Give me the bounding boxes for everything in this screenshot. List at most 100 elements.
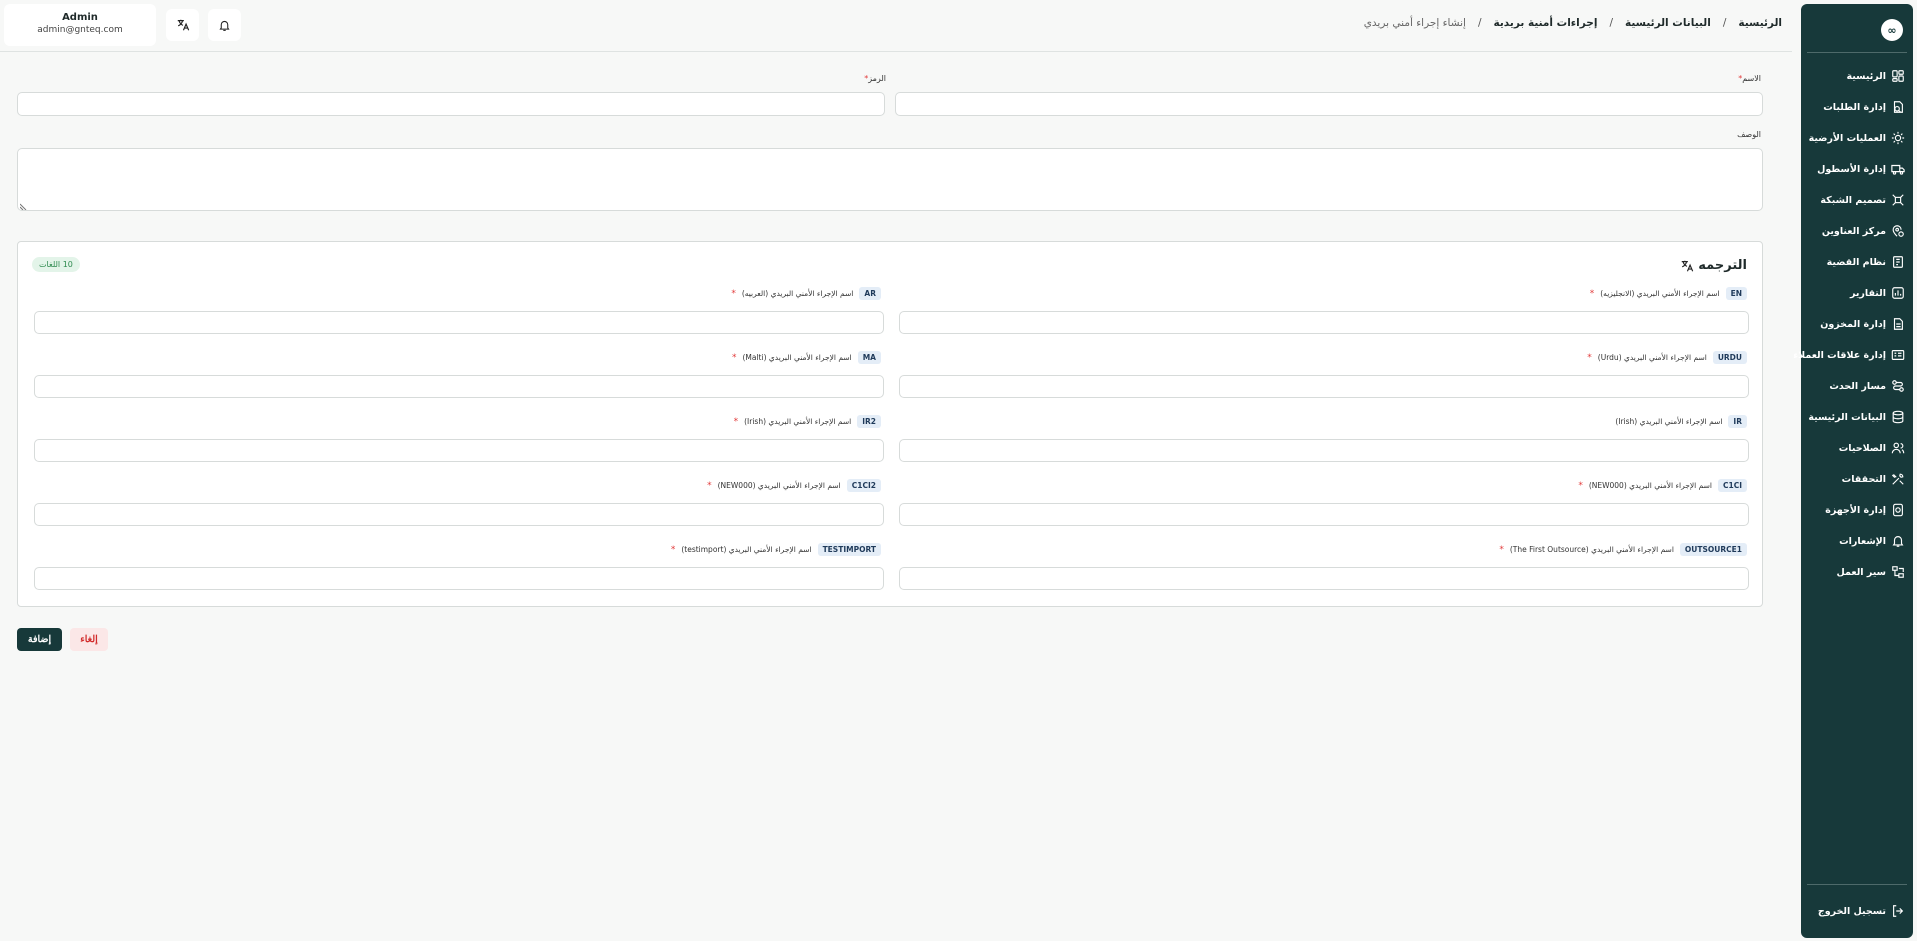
sidebar-item-crm[interactable]: إدارة علاقات العملاء <box>1793 343 1913 367</box>
lang-badge: MA <box>857 351 881 364</box>
translation-input-testimport[interactable] <box>34 567 884 590</box>
sidebar-item-devices[interactable]: إدارة الأجهزة <box>1801 498 1913 522</box>
user-email: admin@gnteq.com <box>37 25 123 35</box>
translation-input-ir2[interactable] <box>34 439 884 462</box>
lang-badge: TESTIMPORT <box>817 543 881 556</box>
translation-input-outsource1[interactable] <box>899 567 1749 590</box>
inventory-icon <box>1893 318 1903 330</box>
translate-icon <box>1682 260 1694 271</box>
sidebar-item-label: التحققات <box>1841 473 1886 485</box>
workflow-icon <box>1892 566 1904 578</box>
sidebar-item-label: مسار الحدث <box>1829 380 1886 392</box>
sidebar-item-master-data[interactable]: البيانات الرئيسية <box>1801 405 1913 429</box>
breadcrumb-home[interactable]: الرئيسية <box>1738 17 1782 29</box>
name-input[interactable] <box>895 92 1763 116</box>
sidebar-item-home[interactable]: الرئيسية <box>1801 64 1913 88</box>
sidebar-item-network[interactable]: تصميم الشبكة <box>1801 188 1913 212</box>
sidebar-item-ground-ops[interactable]: العمليات الأرضية <box>1801 126 1913 150</box>
users-icon <box>1891 442 1905 454</box>
logout-button[interactable]: تسجيل الخروج <box>1801 899 1913 923</box>
event-path-icon <box>1892 380 1904 392</box>
name-label: الاسم* <box>1738 74 1761 83</box>
translation-input-ar[interactable] <box>34 311 884 334</box>
sidebar-item-validations[interactable]: التحققات <box>1801 467 1913 491</box>
sidebar-item-label: مركز العناوين <box>1821 225 1886 237</box>
add-button[interactable]: إضافة <box>17 628 62 651</box>
sidebar-item-label: نظام القضية <box>1826 256 1886 268</box>
notifications-button[interactable] <box>208 9 241 41</box>
code-label: الرمز* <box>864 74 886 83</box>
lang-badge: OUTSOURCE1 <box>1679 543 1747 556</box>
sidebar-item-label: البيانات الرئيسية <box>1808 411 1886 423</box>
translation-input-ir[interactable] <box>899 439 1749 462</box>
bell-icon <box>219 20 230 31</box>
lang-badge: C1CI2 <box>846 479 881 492</box>
case-icon <box>1893 256 1903 268</box>
translation-label-outsource1: OUTSOURCE1 اسم الإجراء الأمني البريدي (T… <box>1499 543 1747 556</box>
translation-input-en[interactable] <box>899 311 1749 334</box>
sidebar-item-label: تصميم الشبكة <box>1820 194 1886 206</box>
translation-label-ir2: IR2 اسم الإجراء الأمني البريدي (Irish) * <box>734 415 881 428</box>
description-textarea[interactable] <box>17 148 1763 211</box>
address-icon <box>1892 225 1904 237</box>
sidebar-item-label: الصلاحيات <box>1838 442 1886 454</box>
lang-badge: C1CI <box>1717 479 1747 492</box>
user-card[interactable]: Admin admin@gnteq.com <box>4 4 156 46</box>
sidebar-item-notifications[interactable]: الإشعارات <box>1801 529 1913 553</box>
dashboard-icon <box>1892 70 1904 82</box>
sidebar-item-permissions[interactable]: الصلاحيات <box>1801 436 1913 460</box>
code-input[interactable] <box>17 92 885 116</box>
sidebar-item-label: إدارة علاقات العملاء <box>1793 349 1886 361</box>
ground-ops-icon <box>1891 131 1905 145</box>
sidebar-divider <box>1807 52 1907 53</box>
translation-label-en: EN اسم الإجراء الأمني البريدي (الانجليزي… <box>1590 287 1747 300</box>
sidebar-divider <box>1807 884 1907 885</box>
translation-label-c1ci: C1CI اسم الإجراء الأمني البريدي (NEW000)… <box>1578 479 1747 492</box>
user-name: Admin <box>62 12 98 23</box>
translation-title: الترجمه <box>1680 258 1747 273</box>
tools-icon <box>1891 473 1904 485</box>
sidebar-item-label: إدارة المخزون <box>1820 318 1886 330</box>
lang-badge: EN <box>1725 287 1747 300</box>
sidebar-item-label: الرئيسية <box>1846 70 1886 82</box>
language-button[interactable] <box>166 9 199 41</box>
sidebar-item-label: إدارة الطلبات <box>1823 101 1886 113</box>
network-icon <box>1892 194 1904 206</box>
app-logo[interactable]: ∞ <box>1881 19 1903 41</box>
sidebar-item-reports[interactable]: التقارير <box>1801 281 1913 305</box>
top-header: Admin admin@gnteq.com الرئيسية / البيانا… <box>0 0 1792 52</box>
sidebar-item-fleet[interactable]: إدارة الأسطول <box>1801 157 1913 181</box>
sidebar-item-inventory[interactable]: إدارة المخزون <box>1801 312 1913 336</box>
lang-badge: AR <box>859 287 881 300</box>
translation-input-ma[interactable] <box>34 375 884 398</box>
translate-icon <box>177 19 189 31</box>
reports-icon <box>1892 287 1904 299</box>
bell-icon <box>1892 536 1904 547</box>
translation-label-ma: MA اسم الإجراء الأمني البريدي (Malti) * <box>732 351 881 364</box>
breadcrumb-separator: / <box>1609 17 1614 29</box>
sidebar-item-workflow[interactable]: سير العمل <box>1801 560 1913 584</box>
cancel-button[interactable]: إلغاء <box>70 628 108 651</box>
sidebar-item-address[interactable]: مركز العناوين <box>1801 219 1913 243</box>
crm-icon <box>1891 350 1905 360</box>
description-label: الوصف <box>1737 130 1761 139</box>
breadcrumb-current: إنشاء إجراء أمني بريدي <box>1363 17 1466 29</box>
translation-input-c1ci2[interactable] <box>34 503 884 526</box>
resize-grip-icon[interactable] <box>19 200 28 211</box>
translation-input-urdu[interactable] <box>899 375 1749 398</box>
breadcrumb-master-data[interactable]: البيانات الرئيسية <box>1625 17 1711 29</box>
translation-input-c1ci[interactable] <box>899 503 1749 526</box>
sidebar-item-label: العمليات الأرضية <box>1808 132 1886 144</box>
sidebar-item-case[interactable]: نظام القضية <box>1801 250 1913 274</box>
sidebar-item-label: التقارير <box>1849 287 1886 299</box>
device-icon <box>1893 503 1903 517</box>
database-icon <box>1892 410 1904 424</box>
sidebar-item-event-path[interactable]: مسار الحدث <box>1801 374 1913 398</box>
sidebar-item-orders[interactable]: إدارة الطلبات <box>1801 95 1913 119</box>
translation-card: الترجمه 10 اللغات EN اسم الإجراء الأمني … <box>17 241 1763 607</box>
breadcrumb: الرئيسية / البيانات الرئيسية / إجراءات أ… <box>1364 17 1782 29</box>
sidebar: ∞ الرئيسية إدارة الطلبات العمليات الأرضي… <box>1793 4 1913 938</box>
sidebar-item-label: إدارة الأسطول <box>1817 163 1886 175</box>
languages-count-badge: 10 اللغات <box>32 257 80 272</box>
breadcrumb-postal-security[interactable]: إجراءات أمنية بريدية <box>1494 17 1598 29</box>
